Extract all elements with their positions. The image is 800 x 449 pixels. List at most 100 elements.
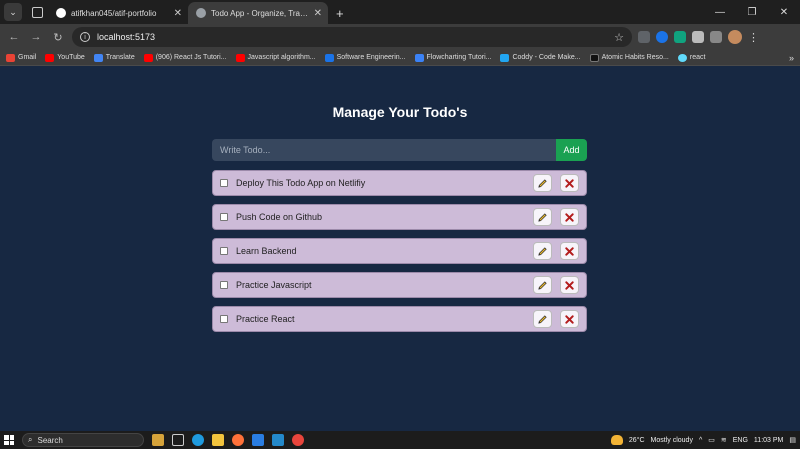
bookmark-star-icon[interactable]: ☆ — [614, 31, 624, 44]
translate-icon — [93, 53, 103, 62]
youtube-icon — [235, 53, 245, 62]
extensions-puzzle-icon[interactable] — [710, 31, 722, 43]
site-icon — [414, 53, 424, 62]
close-icon — [565, 178, 574, 188]
todo-text: Push Code on Github — [236, 212, 323, 222]
todo-checkbox[interactable] — [220, 213, 228, 221]
pencil-icon — [538, 246, 547, 256]
bookmark-item[interactable]: Atomic Habits Reso... — [589, 53, 669, 62]
edit-button[interactable] — [533, 310, 552, 328]
windows-start-icon[interactable] — [4, 435, 14, 445]
bookmark-item[interactable]: YouTube — [45, 53, 85, 62]
restore-icon[interactable]: ❐ — [736, 7, 768, 18]
minimize-icon[interactable]: — — [704, 7, 736, 18]
delete-button[interactable] — [560, 208, 579, 226]
tab-title: atifkhan045/atif-portfolio — [71, 8, 157, 18]
battery-icon[interactable]: ▭ — [708, 436, 715, 444]
system-tray: 26°C Mostly cloudy ^ ▭ ≋ ENG 11:03 PM ▤ — [610, 435, 796, 445]
tab-search-chevron-icon[interactable]: ⌄ — [4, 3, 22, 21]
pen-icon[interactable] — [692, 31, 704, 43]
edit-button[interactable] — [533, 276, 552, 294]
browser-toolbar: ← → ↻ i localhost:5173 ☆ ⋮ — [0, 24, 800, 50]
bookmark-item[interactable]: Coddy - Code Make... — [500, 53, 581, 62]
double-chevron-right-icon[interactable]: » — [789, 53, 794, 63]
edit-button[interactable] — [533, 242, 552, 260]
plus-icon[interactable]: + — [336, 6, 344, 21]
firefox-icon[interactable] — [232, 434, 244, 446]
search-label: Search — [37, 435, 63, 445]
delete-button[interactable] — [560, 174, 579, 192]
delete-button[interactable] — [560, 310, 579, 328]
weather-temp[interactable]: 26°C — [629, 437, 645, 444]
todo-item: Learn Backend — [212, 238, 587, 264]
site-info-icon[interactable]: i — [80, 32, 90, 42]
notification-icon[interactable]: ▤ — [789, 436, 796, 444]
bookmark-item[interactable]: Flowcharting Tutori... — [414, 53, 491, 62]
pinned-tab-icon — [31, 6, 43, 18]
vscode-icon[interactable] — [272, 434, 284, 446]
edit-button[interactable] — [533, 208, 552, 226]
close-tab-icon[interactable]: ✕ — [314, 8, 322, 19]
back-arrow-icon[interactable]: ← — [6, 29, 22, 45]
bookmark-item[interactable]: (906) React Js Tutori... — [143, 53, 227, 62]
bookmark-item[interactable]: react — [677, 53, 705, 62]
bookmark-item[interactable]: Javascript algorithm... — [235, 53, 316, 62]
gmail-icon — [6, 53, 15, 62]
bookmark-item[interactable]: Software Engineerin... — [324, 53, 406, 62]
language-indicator[interactable]: ENG — [733, 437, 748, 444]
clock[interactable]: 11:03 PM — [754, 437, 783, 444]
bookmark-item[interactable]: Translate — [93, 53, 135, 62]
todo-checkbox[interactable] — [220, 315, 228, 323]
taskbar: ⌕ Search 26°C Mostly cloudy ^ ▭ ≋ ENG 11… — [0, 431, 800, 449]
todo-text: Practice React — [236, 314, 295, 324]
tab-github[interactable]: atifkhan045/atif-portfolio ✕ — [48, 2, 188, 24]
delete-button[interactable] — [560, 276, 579, 294]
widget-icon[interactable] — [152, 434, 164, 446]
pinned-tab[interactable] — [26, 1, 48, 23]
chrome-icon[interactable] — [292, 434, 304, 446]
github-icon — [56, 8, 66, 18]
task-view-icon[interactable] — [172, 434, 184, 446]
close-tab-icon[interactable]: ✕ — [174, 8, 182, 19]
search-icon: ⌕ — [28, 435, 33, 444]
url-text: localhost:5173 — [97, 32, 156, 42]
pencil-icon — [538, 212, 547, 222]
todo-input[interactable] — [212, 139, 556, 161]
bookmark-item[interactable]: Gmail — [6, 53, 36, 62]
todo-checkbox[interactable] — [220, 281, 228, 289]
todo-checkbox[interactable] — [220, 179, 228, 187]
todo-text: Practice Javascript — [236, 280, 312, 290]
edit-button[interactable] — [533, 174, 552, 192]
chevron-up-icon[interactable]: ^ — [699, 437, 702, 444]
file-explorer-icon[interactable] — [212, 434, 224, 446]
window-controls: — ❐ ✕ — [704, 0, 800, 24]
tab-title: Todo App - Organize, Track, and — [211, 8, 309, 18]
menu-dots-icon[interactable]: ⋮ — [748, 31, 759, 44]
delete-button[interactable] — [560, 242, 579, 260]
address-bar[interactable]: i localhost:5173 ☆ — [72, 27, 632, 47]
wifi-icon[interactable]: ≋ — [721, 436, 727, 444]
close-window-icon[interactable]: ✕ — [768, 7, 800, 18]
todo-item: Practice Javascript — [212, 272, 587, 298]
forward-arrow-icon[interactable]: → — [28, 29, 44, 45]
profile-avatar[interactable] — [728, 30, 742, 44]
weather-icon — [610, 435, 623, 445]
youtube-icon — [45, 53, 55, 62]
extension-icon[interactable] — [656, 31, 668, 43]
edge-icon[interactable] — [192, 434, 204, 446]
pencil-icon — [538, 178, 547, 188]
react-icon — [677, 53, 687, 62]
weather-desc[interactable]: Mostly cloudy — [651, 437, 693, 444]
site-icon — [589, 53, 599, 62]
close-icon — [565, 212, 574, 222]
tab-todo-app[interactable]: Todo App - Organize, Track, and ✕ — [188, 2, 328, 24]
todo-checkbox[interactable] — [220, 247, 228, 255]
site-icon — [324, 53, 334, 62]
extension-icon[interactable] — [638, 31, 650, 43]
extension-icon[interactable] — [674, 31, 686, 43]
taskbar-search[interactable]: ⌕ Search — [22, 433, 144, 447]
bookmarks-bar: Gmail YouTube Translate (906) React Js T… — [0, 50, 800, 66]
reload-icon[interactable]: ↻ — [50, 29, 66, 45]
add-button[interactable]: Add — [556, 139, 587, 161]
mail-icon[interactable] — [252, 434, 264, 446]
